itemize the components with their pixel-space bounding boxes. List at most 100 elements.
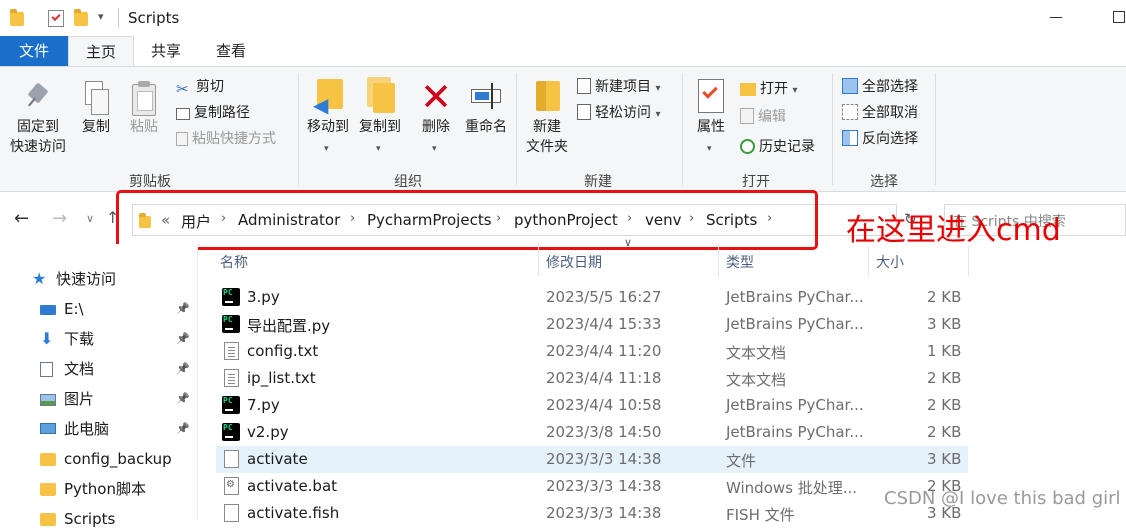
recent-locations-icon[interactable]: ∨: [86, 212, 94, 225]
nav-item[interactable]: 此电脑 📌: [32, 416, 198, 442]
computer-icon: [40, 423, 56, 434]
tab-view[interactable]: 查看: [198, 36, 264, 66]
file-type: Windows 批处理...: [726, 479, 858, 497]
rename-label: 重命名: [465, 119, 507, 135]
tab-home[interactable]: 主页: [68, 36, 134, 66]
ribbon-tabs: 文件 主页 共享 查看: [0, 36, 1126, 66]
copy-to-dropdown-icon: ▾: [376, 144, 381, 154]
file-row[interactable]: 3.py 2023/5/5 16:27 JetBrains PyChar... 2 K…: [216, 284, 968, 311]
delete-icon: ✕: [420, 75, 452, 119]
new-item-button[interactable]: 新建项目 ▾: [577, 76, 660, 98]
file-icon: [224, 450, 239, 468]
nav-item-label: E:\: [64, 300, 84, 318]
invert-selection-icon: [842, 130, 858, 146]
pycharm-file-icon: [222, 315, 240, 333]
open-group-label: 打开: [742, 174, 770, 190]
pycharm-file-icon: [222, 396, 240, 414]
file-row[interactable]: config.txt 2023/4/4 11:20 文本文档 1 KB: [216, 338, 968, 365]
history-button[interactable]: 历史记录: [740, 136, 815, 158]
file-row[interactable]: 7.py 2023/4/4 10:58 JetBrains PyChar... 2 K…: [216, 392, 968, 419]
column-divider[interactable]: [718, 246, 719, 276]
cut-button[interactable]: ✂ 剪切: [176, 76, 224, 98]
new-folder-button[interactable]: 新建 文件夹: [520, 77, 574, 157]
column-divider[interactable]: [868, 246, 869, 276]
forward-arrow-icon[interactable]: →: [52, 208, 67, 229]
copy-to-button[interactable]: 复制到 ▾: [354, 77, 406, 154]
minimize-icon[interactable]: [1050, 17, 1062, 18]
column-header-date[interactable]: 修改日期: [546, 252, 602, 272]
open-label: 打开: [760, 81, 788, 97]
nav-item[interactable]: Scripts: [32, 506, 198, 532]
properties-icon: [694, 77, 728, 117]
delete-button[interactable]: ✕ 删除 ▾: [414, 75, 458, 154]
pin-to-quick-access-button[interactable]: 固定到 快速访问: [4, 81, 72, 157]
file-row[interactable]: activate 2023/3/3 14:38 文件 3 KB: [216, 446, 968, 473]
file-name: activate.bat: [247, 477, 338, 495]
pin-icon[interactable]: 📌: [176, 416, 190, 442]
file-name: config.txt: [247, 342, 319, 360]
column-header-row: 名称 修改日期 类型 大小: [210, 246, 970, 276]
select-all-button[interactable]: 全部选择: [842, 76, 918, 98]
copy-path-icon: [176, 108, 190, 120]
file-name: 导出配置.py: [247, 317, 331, 335]
pin-icon[interactable]: 📌: [176, 326, 190, 352]
properties-quick-icon[interactable]: [48, 10, 64, 27]
file-name: activate: [247, 450, 308, 468]
new-folder-quick-icon[interactable]: [74, 9, 88, 26]
invert-selection-button[interactable]: 反向选择: [842, 128, 918, 150]
column-header-type[interactable]: 类型: [726, 252, 754, 272]
file-row[interactable]: activate.fish 2023/3/3 14:38 FISH 文件 3 KB: [216, 500, 968, 527]
file-date: 2023/4/4 11:18: [546, 369, 662, 387]
copy-button[interactable]: 复制: [74, 81, 118, 137]
nav-item[interactable]: E:\ 📌: [32, 296, 198, 322]
title-bar: ▾ Scripts: [0, 0, 1126, 36]
rename-button[interactable]: 重命名: [460, 77, 512, 137]
file-row[interactable]: activate.bat 2023/3/3 14:38 Windows 批处理...…: [216, 473, 968, 500]
copy-label: 复制: [82, 119, 110, 135]
select-none-label: 全部取消: [862, 105, 918, 121]
text-file-icon: [224, 369, 239, 387]
file-row[interactable]: v2.py 2023/3/8 14:50 JetBrains PyChar... 2 …: [216, 419, 968, 446]
paste-button[interactable]: 粘贴: [122, 81, 166, 137]
easy-access-button[interactable]: 轻松访问 ▾: [577, 102, 660, 124]
nav-item[interactable]: ★ 快速访问: [24, 266, 190, 292]
easy-access-dropdown-icon: ▾: [655, 109, 661, 120]
open-icon: [740, 83, 756, 96]
file-type: 文本文档: [726, 371, 787, 389]
tab-share[interactable]: 共享: [134, 36, 198, 66]
file-size: 3 KB: [927, 450, 962, 468]
file-row[interactable]: 导出配置.py 2023/4/4 15:33 JetBrains PyChar...…: [216, 311, 968, 338]
nav-item-label: Scripts: [64, 510, 116, 528]
pin-icon[interactable]: 📌: [176, 386, 190, 412]
scissors-icon: ✂: [176, 80, 189, 98]
nav-item[interactable]: Python脚本: [32, 476, 198, 502]
customize-toolbar-icon[interactable]: ▾: [98, 10, 104, 23]
back-arrow-icon[interactable]: ←: [14, 208, 29, 229]
properties-button[interactable]: 属性 ▾: [688, 77, 734, 154]
column-divider[interactable]: [968, 246, 969, 276]
nav-item[interactable]: 图片 📌: [32, 386, 198, 412]
new-group-label: 新建: [584, 174, 612, 190]
nav-item[interactable]: ⬇ 下载 📌: [32, 326, 198, 352]
edit-button[interactable]: 编辑: [740, 106, 786, 128]
maximize-icon[interactable]: [1113, 11, 1125, 23]
column-header-size[interactable]: 大小: [876, 252, 904, 272]
copy-path-button[interactable]: 复制路径: [176, 102, 250, 124]
easy-access-icon: [577, 104, 591, 120]
nav-item-label: config_backup: [64, 450, 172, 468]
pin-icon[interactable]: 📌: [176, 356, 190, 382]
select-none-button[interactable]: 全部取消: [842, 102, 918, 124]
nav-item-label: 快速访问: [56, 270, 117, 288]
nav-item[interactable]: config_backup: [32, 446, 198, 472]
move-to-button[interactable]: ◀ 移动到 ▾: [302, 77, 354, 154]
nav-item[interactable]: 文档 📌: [32, 356, 198, 382]
column-header-name[interactable]: 名称: [220, 252, 248, 272]
pin-icon[interactable]: 📌: [176, 296, 190, 322]
open-button[interactable]: 打开 ▾: [740, 78, 797, 100]
paste-shortcut-button[interactable]: 粘贴快捷方式: [176, 128, 276, 150]
window-title: Scripts: [128, 9, 180, 27]
tab-file[interactable]: 文件: [0, 36, 68, 66]
ribbon: 固定到 快速访问 复制 粘贴 ✂ 剪切 复制路径 粘贴快捷方式 剪贴板 ◀ 移动到…: [0, 66, 1126, 192]
file-row[interactable]: ip_list.txt 2023/4/4 11:18 文本文档 2 KB: [216, 365, 968, 392]
column-divider[interactable]: [538, 246, 539, 276]
